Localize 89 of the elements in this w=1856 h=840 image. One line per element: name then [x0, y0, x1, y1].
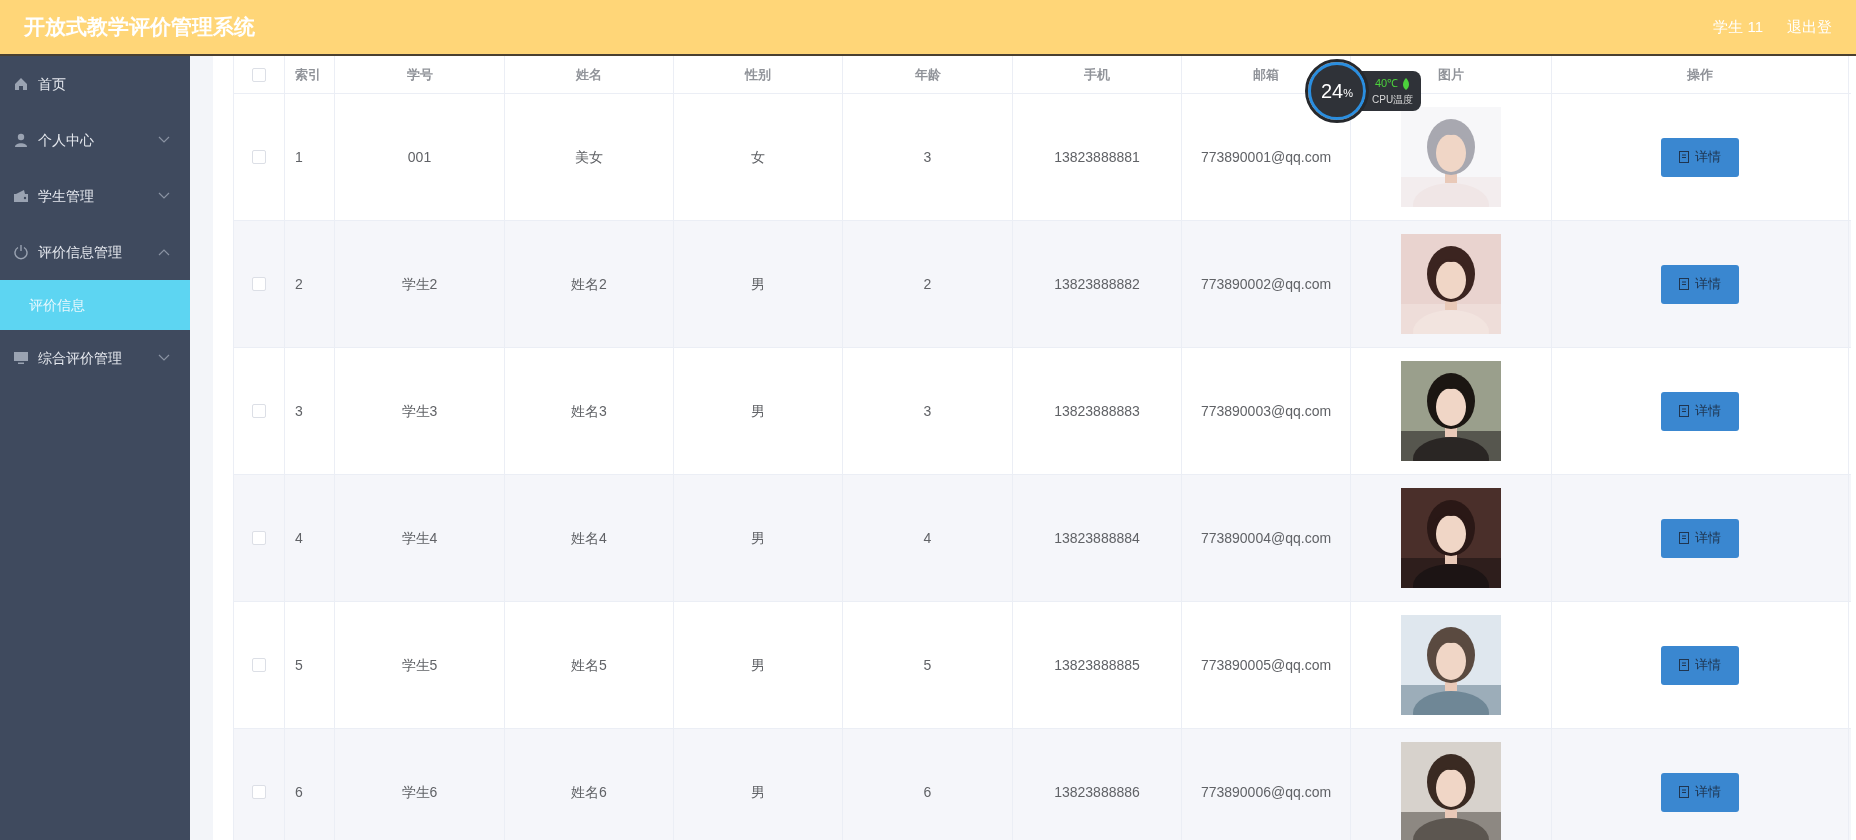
- app-title: 开放式教学评价管理系统: [24, 14, 255, 41]
- cpu-usage-gauge: 24%: [1308, 62, 1366, 120]
- table-cell-text: 3: [923, 401, 932, 421]
- sidebar-menu-item[interactable]: 个人中心: [0, 112, 190, 168]
- power-icon: [13, 244, 29, 260]
- table-cell-text: 男: [751, 528, 765, 548]
- document-icon: [1679, 151, 1689, 163]
- column-header: 学号: [406, 65, 433, 84]
- table-cell-text: 姓名4: [571, 528, 607, 548]
- column-header: 性别: [745, 65, 771, 84]
- table-cell-text: 学生4: [401, 528, 438, 548]
- table-cell-text: 13823888883: [1054, 401, 1140, 421]
- table-cell-text: 学生3: [401, 401, 438, 421]
- checkbox[interactable]: [252, 404, 266, 418]
- chevron-up-icon: [158, 248, 170, 256]
- sidebar-menu-item[interactable]: 评价信息管理: [0, 224, 190, 280]
- table-cell-text: 13823888882: [1054, 274, 1140, 294]
- table-cell-text: 5: [295, 655, 303, 675]
- document-icon: [1679, 278, 1689, 290]
- column-header: 索引: [295, 65, 321, 84]
- document-icon: [1679, 786, 1689, 798]
- user-icon: [13, 132, 29, 148]
- document-icon: [1679, 532, 1689, 544]
- table-cell-text: 3: [923, 147, 932, 167]
- table-cell-text: 13823888886: [1054, 782, 1140, 802]
- checkbox[interactable]: [252, 150, 266, 164]
- table-cell-text: 学生2: [401, 274, 438, 294]
- details-button[interactable]: 详情: [1661, 137, 1739, 177]
- table-cell-text: 4: [923, 528, 932, 548]
- chevron-down-icon: [158, 136, 170, 144]
- wallet-icon: [13, 188, 29, 204]
- details-button[interactable]: 详情: [1661, 645, 1739, 685]
- column-header: 手机: [1084, 65, 1110, 84]
- table-cell-text: 13823888885: [1054, 655, 1140, 675]
- cpu-temperature-panel: 40℃ CPU温度: [1360, 71, 1422, 111]
- table-cell-text: 姓名5: [571, 655, 607, 675]
- table-cell-text: 6: [295, 782, 303, 802]
- checkbox[interactable]: [252, 531, 266, 545]
- column-header: 年龄: [914, 65, 941, 84]
- table-cell-text: 1: [295, 147, 303, 167]
- leaf-icon: [1402, 77, 1411, 90]
- checkbox[interactable]: [252, 785, 266, 799]
- table-cell-text: 773890001@qq.com: [1200, 147, 1332, 167]
- monitor-icon: [13, 350, 29, 366]
- table-cell-text: 姓名6: [571, 782, 607, 802]
- table-cell-text: 773890002@qq.com: [1200, 274, 1332, 294]
- table-cell-text: 美女: [575, 147, 603, 167]
- sidebar-menu-item[interactable]: 学生管理: [0, 168, 190, 224]
- table-cell-text: 2: [295, 274, 303, 294]
- table-cell-text: 2: [923, 274, 932, 294]
- column-header: 操作: [1687, 65, 1713, 84]
- user-name: 学生 11: [1713, 16, 1763, 37]
- table-cell-text: 13823888881: [1054, 147, 1140, 167]
- table-cell-text: 学生6: [401, 782, 438, 802]
- details-button[interactable]: 详情: [1661, 391, 1739, 431]
- column-header: 姓名: [576, 65, 602, 84]
- sidebar-menu-item[interactable]: 综合评价管理: [0, 330, 190, 386]
- document-icon: [1679, 659, 1689, 671]
- table-cell-text: 姓名2: [571, 274, 607, 294]
- table-cell-text: 773890004@qq.com: [1200, 528, 1332, 548]
- table-cell-text: 男: [751, 655, 765, 675]
- table-cell-text: 001: [407, 147, 432, 167]
- table-cell-text: 男: [751, 401, 765, 421]
- column-header: 图片: [1438, 65, 1464, 84]
- table-cell-text: 学生5: [401, 655, 438, 675]
- table-cell-text: 女: [751, 147, 765, 167]
- details-button[interactable]: 详情: [1661, 518, 1739, 558]
- table-cell-text: 男: [751, 782, 765, 802]
- checkbox[interactable]: [252, 67, 266, 82]
- column-header: 邮箱: [1253, 65, 1279, 84]
- table-cell-text: 男: [751, 274, 765, 294]
- table-cell-text: 773890003@qq.com: [1200, 401, 1332, 421]
- table-cell-text: 6: [923, 782, 932, 802]
- document-icon: [1679, 405, 1689, 417]
- table-cell-text: 5: [923, 655, 932, 675]
- details-button[interactable]: 详情: [1661, 772, 1739, 812]
- table-cell-text: 姓名3: [571, 401, 607, 421]
- table-cell-text: 773890005@qq.com: [1200, 655, 1332, 675]
- table-cell-text: 4: [295, 528, 303, 548]
- checkbox[interactable]: [252, 658, 266, 672]
- chevron-down-icon: [158, 354, 170, 362]
- chevron-down-icon: [158, 192, 170, 200]
- sidebar-menu-item[interactable]: 首页: [0, 56, 190, 112]
- checkbox[interactable]: [252, 277, 266, 291]
- table-cell-text: 13823888884: [1054, 528, 1140, 548]
- table-cell-text: 773890006@qq.com: [1200, 782, 1332, 802]
- details-button[interactable]: 详情: [1661, 264, 1739, 304]
- table-cell-text: 3: [295, 401, 303, 421]
- home-icon: [13, 76, 29, 92]
